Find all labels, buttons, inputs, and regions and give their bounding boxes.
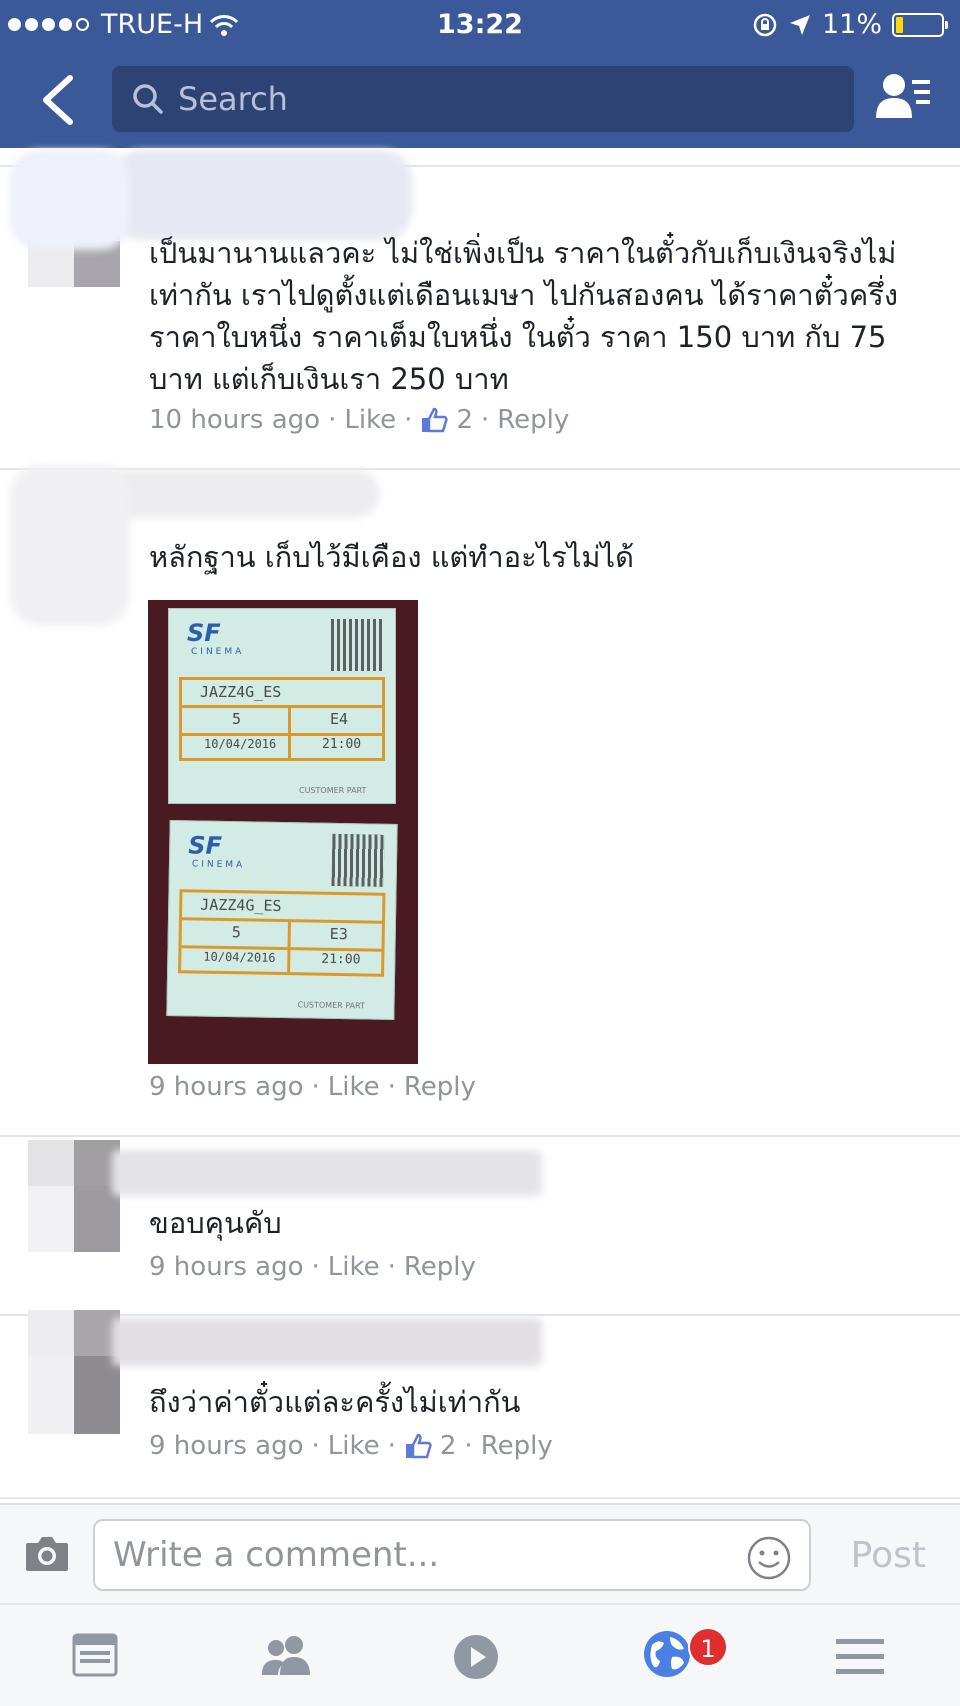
- comment-timestamp: 10 hours ago: [149, 405, 321, 435]
- reply-button[interactable]: Reply: [404, 1072, 476, 1102]
- notification-badge: 1: [688, 1627, 728, 1667]
- post-button[interactable]: Post: [851, 1535, 926, 1576]
- comment-meta: 9 hours ago · Like · Reply: [149, 1252, 476, 1282]
- search-input[interactable]: Search: [112, 66, 854, 132]
- reply-button[interactable]: Reply: [497, 405, 569, 435]
- redacted-author-name: [112, 1318, 542, 1366]
- ticket-brand-sub: CINEMA: [191, 647, 245, 657]
- comment-timestamp: 9 hours ago: [149, 1252, 304, 1282]
- comment-timestamp: 9 hours ago: [149, 1072, 304, 1102]
- qr-code: [331, 619, 383, 671]
- comment-input[interactable]: Write a comment...: [93, 1519, 811, 1591]
- ticket-customer-part: CUSTOMER PART: [297, 1000, 366, 1011]
- comment-text: ขอบคุนคับ: [149, 1206, 282, 1240]
- friends-icon[interactable]: [260, 1633, 312, 1677]
- nav-bar: Search: [0, 50, 960, 148]
- ticket: SF CINEMA JAZZ4G_ES 5 E3 10/04/2016 21:0…: [166, 820, 398, 1020]
- redacted-author-name: [100, 470, 380, 518]
- ticket-movie: JAZZ4G_ES: [200, 683, 282, 701]
- ticket-theatre: 5: [231, 923, 241, 942]
- divider: [0, 1135, 960, 1137]
- rotation-lock-icon: [753, 13, 777, 36]
- attached-photo[interactable]: SF CINEMA JAZZ4G_ES 5 E4 10/04/2016 21:0…: [148, 600, 418, 1064]
- emoji-icon[interactable]: [746, 1535, 792, 1581]
- ticket-date: 10/04/2016: [204, 737, 277, 751]
- comment-timestamp: 9 hours ago: [149, 1431, 304, 1461]
- battery-icon: [892, 12, 948, 37]
- redacted-avatar-overlay: [10, 150, 130, 250]
- like-button[interactable]: Like: [328, 1252, 380, 1282]
- battery-percent: 11%: [821, 9, 882, 40]
- ticket-seat: E4: [330, 710, 349, 728]
- video-icon[interactable]: [452, 1633, 500, 1681]
- ticket-theatre: 5: [232, 710, 242, 728]
- search-icon: [133, 84, 163, 114]
- comment-meta: 10 hours ago · Like · 2 · Reply: [149, 405, 570, 435]
- ticket-brand: SF: [188, 831, 223, 860]
- comment-meta: 9 hours ago · Like · Reply: [149, 1072, 476, 1102]
- like-count-value: 2: [456, 405, 473, 435]
- ticket-brand-sub: CINEMA: [191, 859, 246, 871]
- ticket-date: 10/04/2016: [203, 949, 276, 965]
- like-count[interactable]: 2: [420, 405, 473, 435]
- redacted-author-name: [112, 1150, 542, 1196]
- status-bar: TRUE-H 13:22 11%: [0, 0, 960, 50]
- like-count[interactable]: 2: [404, 1431, 457, 1461]
- ticket-seat: E3: [329, 924, 348, 944]
- ticket: SF CINEMA JAZZ4G_ES 5 E4 10/04/2016 21:0…: [168, 608, 396, 804]
- thumbs-up-icon: [422, 407, 449, 433]
- divider: [0, 1497, 960, 1499]
- qr-code: [331, 833, 385, 887]
- menu-icon[interactable]: [836, 1637, 884, 1677]
- news-feed-icon[interactable]: [72, 1633, 118, 1677]
- comment-composer: Write a comment... Post: [0, 1503, 960, 1603]
- thumbs-up-icon: [405, 1433, 432, 1459]
- search-placeholder: Search: [178, 80, 288, 118]
- ticket-showtime: 21:00: [322, 737, 362, 752]
- comment-text: ถึงว่าค่าตั๋วแต่ละครั้งไม่เท่ากัน: [149, 1385, 521, 1419]
- location-arrow-icon: [789, 14, 810, 35]
- ticket-customer-part: CUSTOMER PART: [299, 786, 367, 795]
- reply-button[interactable]: Reply: [481, 1431, 553, 1461]
- like-count-value: 2: [439, 1431, 457, 1461]
- avatar[interactable]: [28, 1310, 120, 1434]
- like-button[interactable]: Like: [328, 1072, 380, 1102]
- divider: [0, 1314, 960, 1316]
- ticket-showtime: 21:00: [321, 951, 361, 968]
- ticket-brand: SF: [187, 619, 221, 647]
- like-button[interactable]: Like: [344, 405, 396, 435]
- notifications-globe-icon[interactable]: [642, 1629, 692, 1679]
- redacted-author-name: [112, 150, 412, 240]
- tab-bar: 1: [0, 1603, 960, 1706]
- friend-list-icon[interactable]: [876, 72, 932, 120]
- reply-button[interactable]: Reply: [404, 1252, 476, 1282]
- redacted-avatar-overlay: [10, 465, 130, 625]
- camera-icon[interactable]: [24, 1535, 70, 1573]
- status-right: 11%: [752, 9, 948, 40]
- comment-text: หลักฐาน เก็บไว้มีเคือง แต่ทำอะไรไม่ได้: [149, 540, 634, 574]
- ticket-movie: JAZZ4G_ES: [200, 895, 282, 915]
- like-button[interactable]: Like: [328, 1431, 380, 1461]
- avatar[interactable]: [28, 1140, 120, 1252]
- comment-text: เป็นมานานแลวคะ ไม่ใช่เพิ่งเป็น ราคาในตั๋…: [149, 236, 898, 396]
- comment-meta: 9 hours ago · Like · 2 · Reply: [149, 1431, 553, 1461]
- back-arrow-icon[interactable]: [30, 70, 90, 130]
